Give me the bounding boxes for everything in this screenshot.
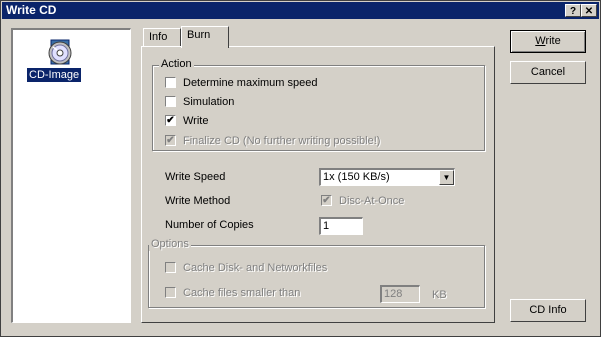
checkbox-label: Cache Disk- and Networkfiles (183, 262, 328, 274)
cd-image-icon[interactable] (43, 38, 77, 68)
cache-size-unit: KB (432, 289, 447, 301)
checkbox-box[interactable] (165, 96, 176, 107)
checkbox-box[interactable] (165, 77, 176, 88)
checkbox-label: Determine maximum speed (183, 77, 318, 89)
write-speed-label: Write Speed (165, 171, 226, 183)
checkbox-label: Disc-At-Once (339, 195, 405, 207)
checkbox-box (165, 262, 176, 273)
action-group-title: Action (159, 58, 194, 70)
chevron-down-icon[interactable]: ▼ (439, 170, 454, 185)
copies-label: Number of Copies (165, 219, 254, 231)
check-icon: ✔ (321, 195, 332, 206)
close-button[interactable]: ✕ (581, 4, 597, 17)
options-group-title: Options (149, 238, 191, 251)
write-button[interactable]: Write (510, 30, 586, 53)
checkbox-label: Simulation (183, 96, 235, 108)
check-icon[interactable]: ✔ (165, 115, 176, 126)
file-list[interactable]: CD-Image (11, 28, 131, 323)
cd-image-item[interactable]: CD-Image (27, 68, 82, 82)
copies-input[interactable]: 1 (319, 217, 363, 235)
write-button-mnemonic: W (535, 35, 546, 47)
write-button-label: rite (545, 35, 561, 47)
check-icon: ✔ (165, 135, 176, 146)
window-title: Write CD (6, 3, 57, 17)
write-speed-select[interactable]: 1x (150 KB/s) ▼ (319, 168, 455, 186)
cancel-button[interactable]: Cancel (510, 61, 586, 84)
help-button[interactable]: ? (565, 4, 581, 17)
cd-info-button[interactable]: CD Info (510, 299, 586, 322)
tab-info[interactable]: Info (143, 28, 181, 47)
title-bar[interactable]: Write CD ? ✕ (2, 2, 599, 19)
checkbox-label: Finalize CD (No further writing possible… (183, 135, 381, 147)
cache-size-input: 128 (380, 285, 420, 303)
tab-burn[interactable]: Burn (181, 26, 229, 48)
write-method-label: Write Method (165, 195, 231, 207)
checkbox-box (165, 287, 176, 298)
checkbox-label: Write (183, 115, 209, 127)
write-speed-value: 1x (150 KB/s) (323, 171, 390, 183)
checkbox-label: Cache files smaller than (183, 287, 301, 299)
